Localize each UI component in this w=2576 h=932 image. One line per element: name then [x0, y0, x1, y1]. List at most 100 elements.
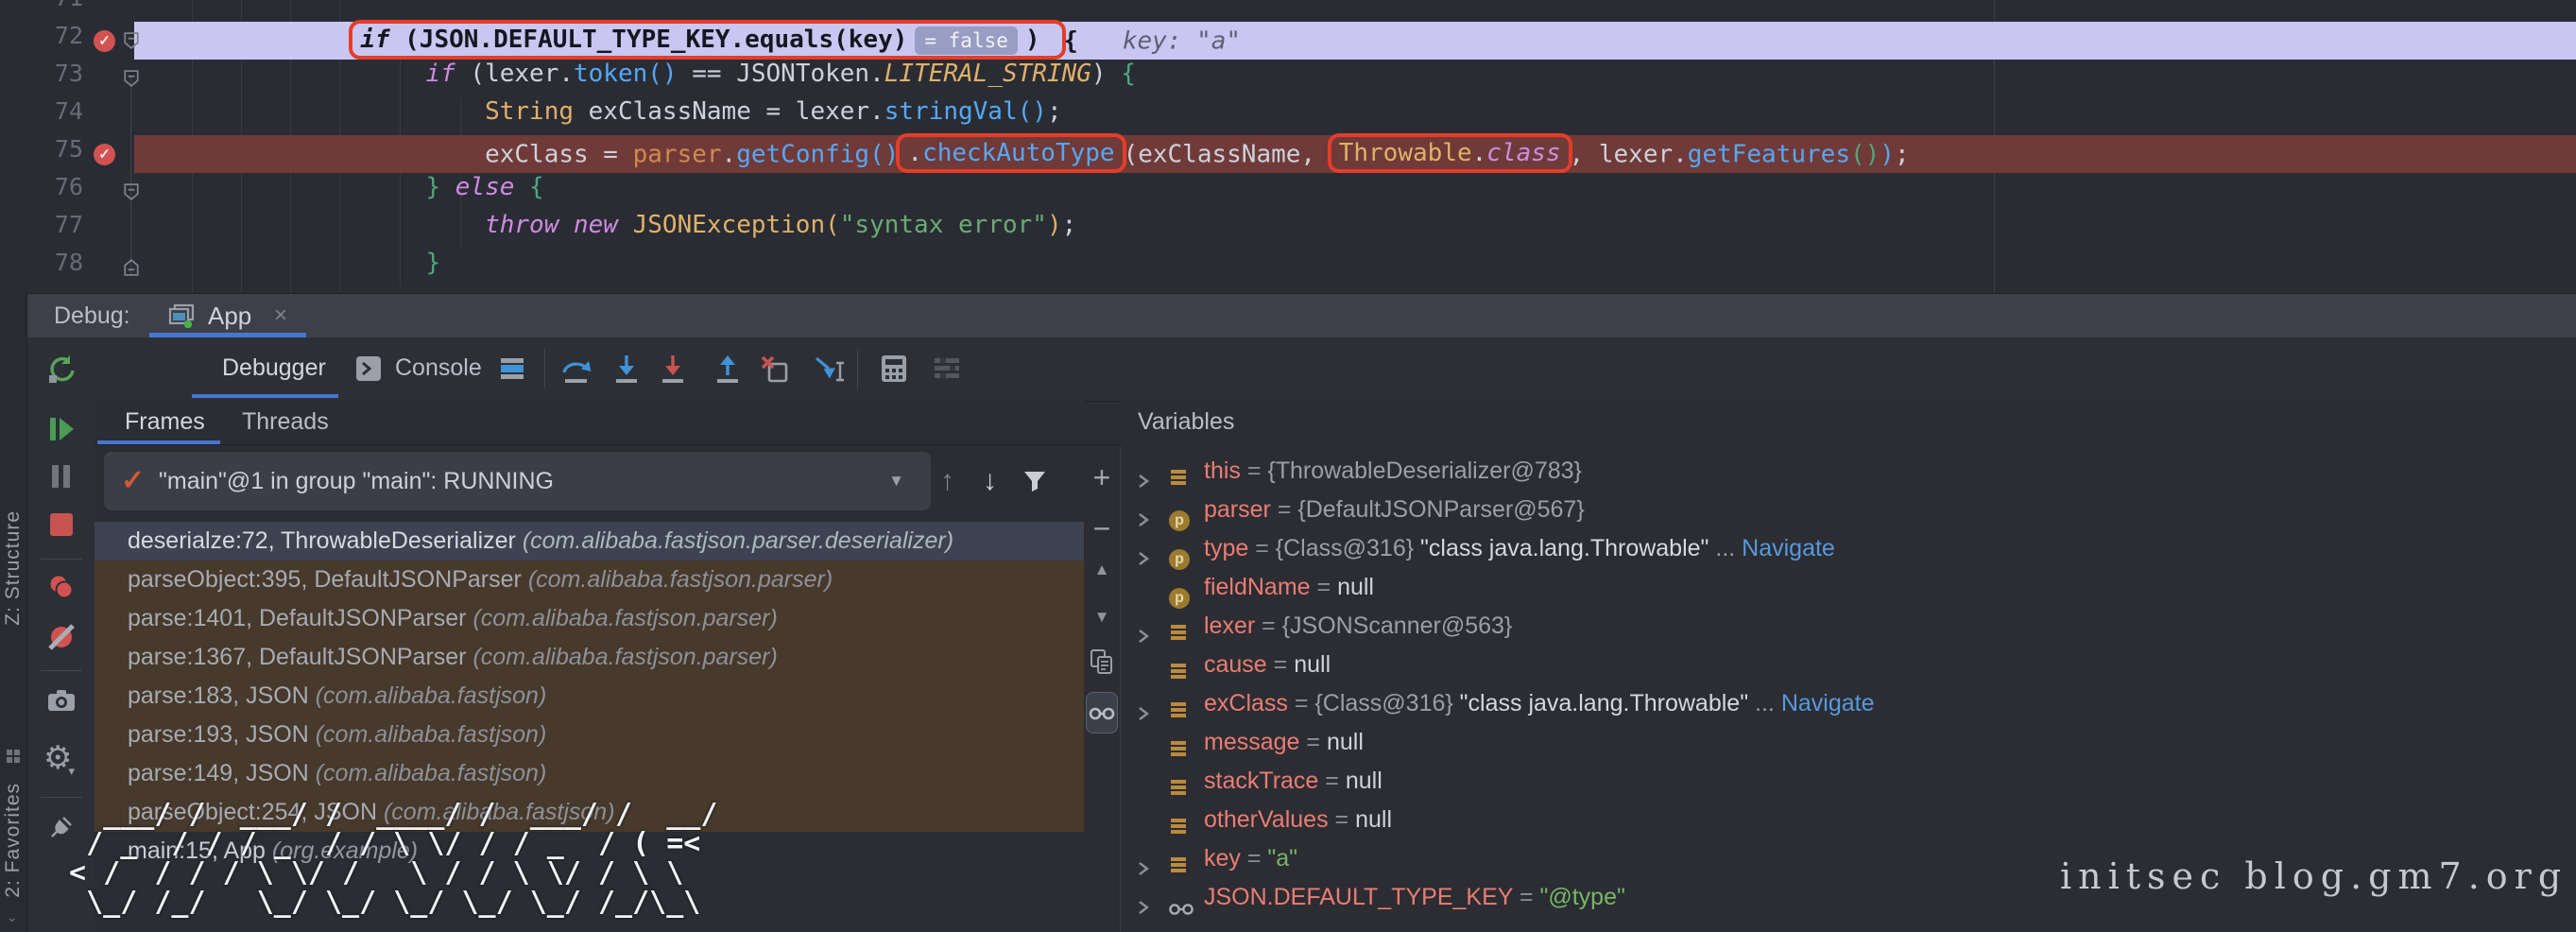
pause-icon[interactable] — [27, 463, 94, 490]
settings-gear-icon[interactable]: ⚙▾ — [27, 742, 94, 774]
divider — [544, 349, 545, 388]
frame-row[interactable]: deserialze:72, ThrowableDeserializer (co… — [94, 522, 1084, 561]
code-text: exClass = parser.getConfig().checkAutoTy… — [189, 135, 1910, 175]
code-editor[interactable]: 71 72✓ if (JSON.DEFAULT_TYPE_KEY.equals(k… — [0, 0, 2576, 293]
thread-dump-camera-icon[interactable] — [27, 689, 94, 712]
resume-icon[interactable] — [27, 416, 94, 442]
variable-text: message = null — [1204, 723, 1364, 762]
variable-text: cause = null — [1204, 646, 1331, 684]
frame-row[interactable]: parse:149, JSON (com.alibaba.fastjson) — [94, 754, 1084, 793]
debugger-left-toolbar: ⚙▾ — [27, 337, 95, 932]
variable-row-fieldName[interactable]: pfieldName = null — [1121, 568, 2576, 607]
line-number: 73 — [28, 60, 83, 87]
tab-frames[interactable]: Frames — [125, 401, 205, 442]
variable-text: parser = {DefaultJSONParser@567} — [1204, 491, 1585, 529]
stripe-structure[interactable]: Z: Structure — [2, 510, 25, 626]
show-watches-glasses-icon[interactable] — [1086, 692, 1118, 734]
variable-text: lexer = {JSONScanner@563} — [1204, 607, 1512, 646]
frame-row[interactable]: parseObject:254, JSON (com.alibaba.fastj… — [94, 793, 1084, 832]
line-number: 76 — [28, 173, 83, 200]
line-number: 71 — [28, 0, 83, 11]
step-into-icon[interactable] — [612, 337, 641, 400]
variable-text: otherValues = null — [1204, 801, 1392, 839]
variable-row-cause[interactable]: cause = null — [1121, 646, 2576, 684]
frame-row[interactable]: parse:1367, DefaultJSONParser (com.aliba… — [94, 638, 1084, 677]
variable-row-lexer[interactable]: lexer = {JSONScanner@563} — [1121, 607, 2576, 646]
run-to-cursor-icon[interactable] — [813, 337, 849, 400]
variable-row-exClass[interactable]: exClass = {Class@316} "class java.lang.T… — [1121, 684, 2576, 723]
variable-row-type[interactable]: ptype = {Class@316} "class java.lang.Thr… — [1121, 529, 2576, 568]
stop-icon[interactable] — [27, 512, 94, 537]
console-icon[interactable] — [355, 337, 382, 400]
down-arrow-icon[interactable]: ↓ — [983, 452, 997, 510]
view-breakpoints-icon[interactable] — [27, 574, 94, 600]
step-out-icon[interactable] — [713, 337, 742, 400]
code-text: if (lexer.token() == JSONToken.LITERAL_S… — [189, 60, 1136, 88]
divider — [41, 797, 82, 798]
code-text: } else { — [189, 173, 544, 201]
add-watch-icon[interactable]: + — [1084, 462, 1120, 492]
variable-row-this[interactable]: this = {ThrowableDeserializer@783} — [1121, 452, 2576, 491]
fold-marker-icon[interactable] — [124, 70, 139, 87]
code-line-72: 72✓ if (JSON.DEFAULT_TYPE_KEY.equals(key… — [0, 22, 2576, 60]
code-line-78: 78 } — [0, 249, 2576, 286]
move-down-icon[interactable]: ▼ — [1084, 608, 1120, 627]
variable-text: stackTrace = null — [1204, 762, 1382, 801]
fold-marker-icon[interactable] — [124, 32, 139, 49]
frame-row[interactable]: parse:193, JSON (com.alibaba.fastjson) — [94, 716, 1084, 754]
divider — [41, 559, 82, 560]
thread-selector-dropdown[interactable]: ✓ "main"@1 in group "main": RUNNING ▼ — [104, 452, 931, 510]
code-line-77: 77 throw new JSONException("syntax error… — [0, 211, 2576, 249]
rerun-icon[interactable] — [27, 354, 94, 386]
code-line-74: 74 String exClassName = lexer.stringVal(… — [0, 97, 2576, 135]
ide-debug-window: 71 72✓ if (JSON.DEFAULT_TYPE_KEY.equals(k… — [0, 0, 2576, 932]
annotation-red-box: .checkAutoType — [896, 133, 1125, 173]
variables-title: Variables — [1138, 401, 1234, 442]
variable-text: fieldName = null — [1204, 568, 1374, 607]
settings-dim-icon[interactable] — [933, 337, 961, 400]
tab-threads[interactable]: Threads — [242, 401, 329, 442]
code-text: String exClassName = lexer.stringVal(); — [189, 97, 1062, 126]
step-over-icon[interactable] — [559, 337, 593, 400]
stripe-favorites[interactable]: 2: Favorites — [2, 783, 25, 898]
frame-row[interactable]: parse:183, JSON (com.alibaba.fastjson) — [94, 677, 1084, 716]
move-up-icon[interactable]: ▲ — [1084, 561, 1120, 579]
line-number: 74 — [28, 97, 83, 125]
code-text: if (JSON.DEFAULT_TYPE_KEY.equals(key)= f… — [189, 22, 1241, 61]
remove-watch-icon[interactable]: − — [1084, 513, 1120, 544]
divider — [857, 349, 858, 388]
variable-row-message[interactable]: message = null — [1121, 723, 2576, 762]
divider — [41, 670, 82, 671]
variable-text: type = {Class@316} "class java.lang.Thro… — [1204, 529, 1835, 568]
copy-stack-icon[interactable] — [1084, 649, 1120, 674]
code-text: throw new JSONException("syntax error"); — [189, 211, 1076, 239]
code-line-71: 71 — [0, 0, 2576, 22]
fold-marker-icon[interactable] — [124, 259, 139, 276]
tab-console[interactable]: Console — [395, 337, 482, 398]
mute-breakpoints-icon[interactable] — [27, 624, 94, 650]
frames-panel: Frames Threads ✓ "main"@1 in group "main… — [94, 401, 1084, 932]
line-number: 75 — [28, 135, 83, 163]
code-line-73: 73 if (lexer.token() == JSONToken.LITERA… — [0, 60, 2576, 97]
frame-row[interactable]: parseObject:395, DefaultJSONParser (com.… — [94, 561, 1084, 599]
drop-frame-icon[interactable] — [759, 337, 789, 400]
restore-layout-icon[interactable] — [499, 337, 525, 400]
tab-debugger[interactable]: Debugger — [222, 337, 326, 398]
frame-row[interactable]: main:15, App (org.example) — [94, 832, 1084, 871]
force-step-into-icon[interactable] — [659, 337, 687, 400]
code-line-76: 76 } else { — [0, 173, 2576, 211]
pin-icon[interactable] — [27, 815, 94, 839]
variable-row-stackTrace[interactable]: stackTrace = null — [1121, 762, 2576, 801]
code-line-75: 75 ✓ exClass = parser.getConfig().checkAu… — [0, 135, 2576, 173]
expand-chevron-icon[interactable] — [1137, 889, 1150, 928]
frame-row[interactable]: parse:1401, DefaultJSONParser (com.aliba… — [94, 599, 1084, 638]
breakpoint-icon[interactable]: ✓ — [94, 144, 115, 165]
breakpoint-icon[interactable]: ✓ — [94, 30, 115, 52]
up-arrow-icon[interactable]: ↑ — [940, 452, 954, 510]
close-icon[interactable]: × — [274, 294, 287, 337]
variable-row-otherValues[interactable]: otherValues = null — [1121, 801, 2576, 839]
evaluate-expression-icon[interactable] — [881, 337, 907, 400]
filter-funnel-icon[interactable] — [1022, 452, 1047, 510]
fold-marker-icon[interactable] — [124, 183, 139, 200]
variable-row-parser[interactable]: pparser = {DefaultJSONParser@567} — [1121, 491, 2576, 529]
